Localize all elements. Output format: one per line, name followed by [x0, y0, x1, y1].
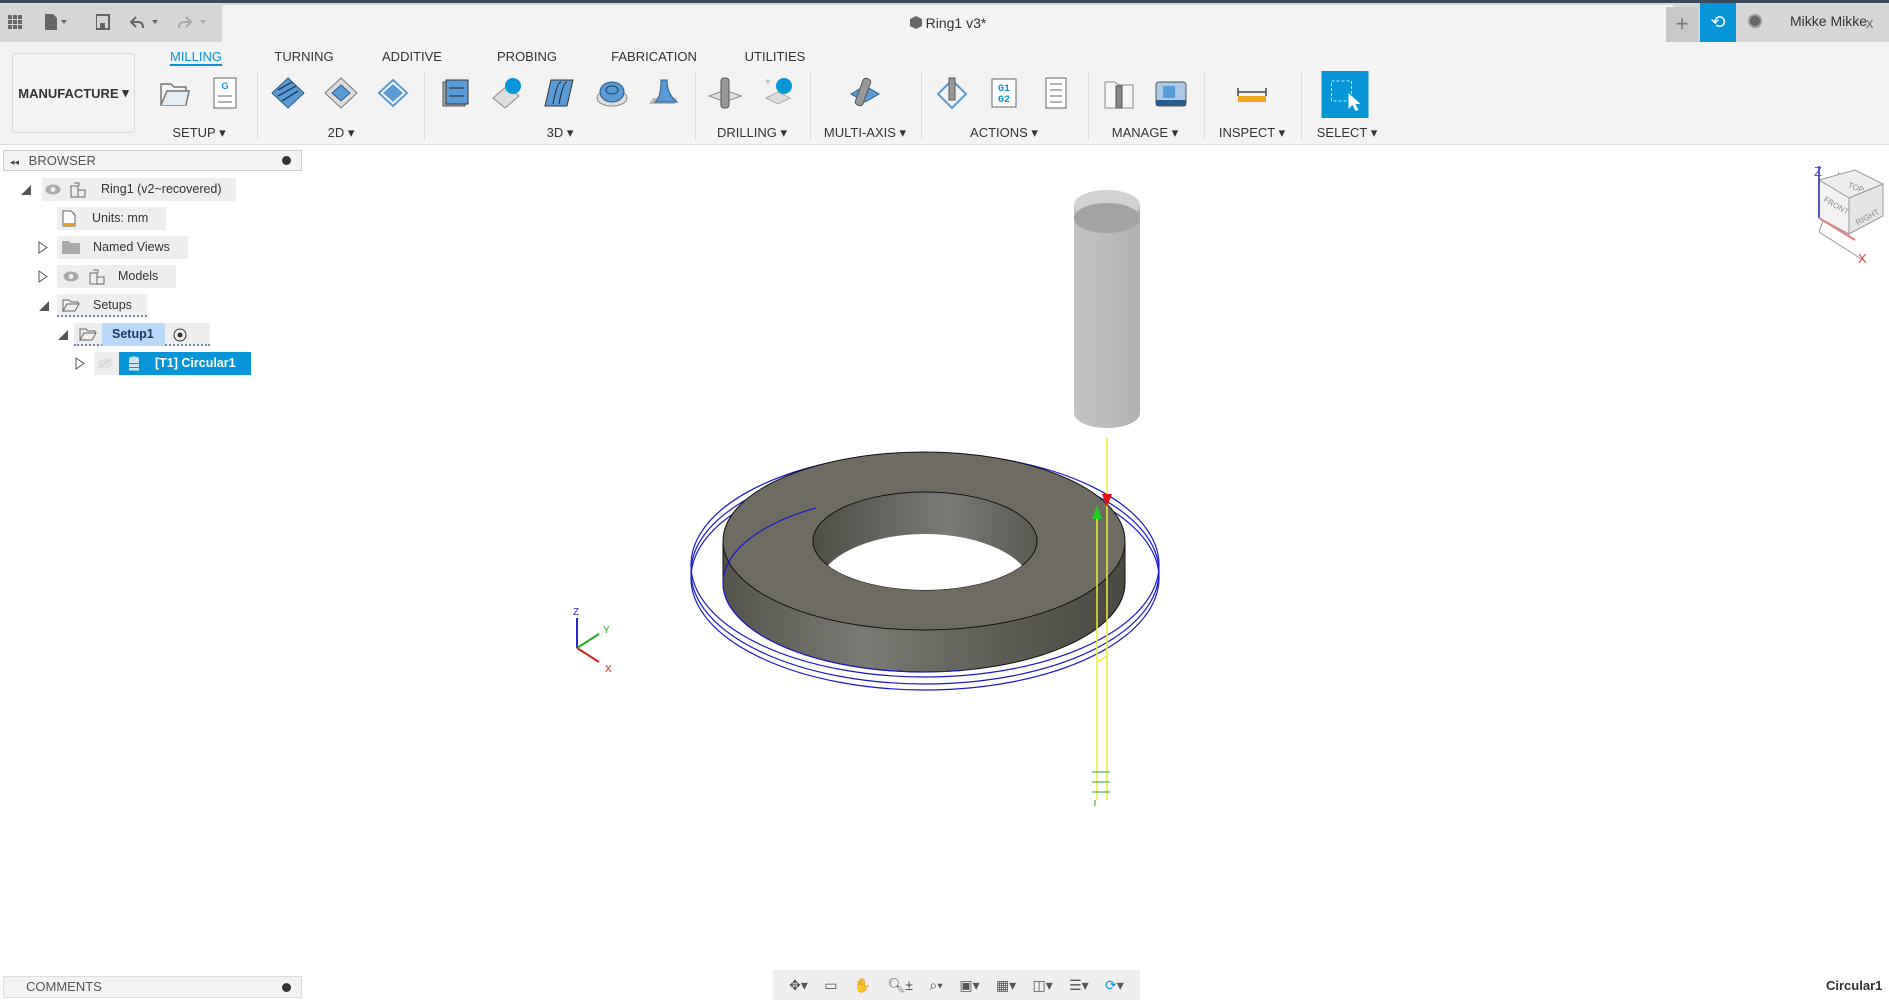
- display-settings-icon[interactable]: ▣▾: [959, 977, 979, 994]
- look-at-icon[interactable]: ▭: [824, 977, 837, 994]
- refresh-icon[interactable]: ⟳▾: [1105, 977, 1124, 994]
- axis-triad: Z Y X: [573, 607, 612, 675]
- zoom-icon[interactable]: 🔍︎±: [888, 977, 913, 994]
- viewcube-z-label: Z: [1814, 164, 1822, 179]
- viewports-icon[interactable]: ◫▾: [1033, 977, 1053, 994]
- cutting-tool[interactable]: [1074, 190, 1140, 428]
- ring-part[interactable]: [722, 451, 1126, 673]
- orbit-icon[interactable]: ✥▾: [789, 977, 808, 994]
- navigation-bar: ✥▾ ▭ ✋ 🔍︎± ⌕▾ ▣▾ ▦▾ ◫▾ ☰▾ ⟳▾: [773, 970, 1140, 1000]
- viewcube-x-label: X: [1858, 251, 1867, 266]
- comments-panel[interactable]: COMMENTS: [3, 976, 302, 998]
- layers-icon[interactable]: ☰▾: [1069, 977, 1089, 994]
- add-comment-icon[interactable]: [282, 983, 291, 992]
- triad-z-label: Z: [573, 607, 579, 618]
- grid-icon[interactable]: ▦▾: [996, 977, 1016, 994]
- comments-title: COMMENTS: [26, 979, 102, 994]
- triad-y-label: Y: [603, 625, 610, 636]
- status-text: Circular1: [1826, 978, 1883, 993]
- viewport[interactable]: Z Y X Z X TOP FRONT RIGHT: [0, 0, 1889, 1004]
- fit-icon[interactable]: ⌕▾: [929, 977, 943, 994]
- pan-icon[interactable]: ✋: [854, 977, 871, 994]
- triad-x-label: X: [605, 664, 612, 675]
- view-cube[interactable]: Z X TOP FRONT RIGHT: [1814, 164, 1885, 266]
